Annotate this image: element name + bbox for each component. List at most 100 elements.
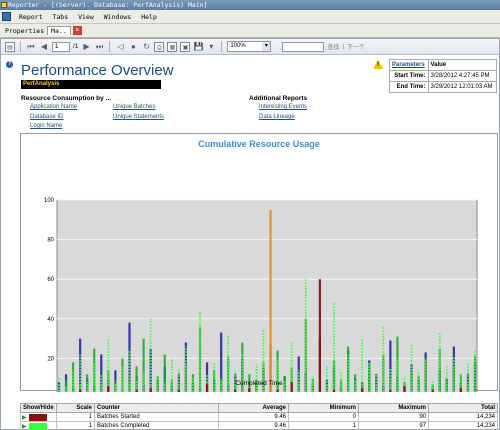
first-page-icon[interactable]: ⏮ <box>26 42 36 52</box>
table-row: ▶ 1 Batches Completed 9.46 1 97 14,234 <box>20 421 498 430</box>
series-color-swatch[interactable] <box>28 413 47 421</box>
link-login-name[interactable]: Login Name <box>30 123 62 129</box>
menu-windows[interactable]: Windows <box>99 13 136 21</box>
document-map-icon[interactable]: ▤ <box>5 41 15 52</box>
page-total: /1 <box>73 43 79 50</box>
header-minimum[interactable]: Minimum <box>288 403 359 413</box>
separator <box>221 41 223 52</box>
menubar: Report Tabs View Windows Help <box>0 10 500 24</box>
header-show-hide[interactable]: Show/Hide <box>20 403 57 413</box>
link-database-id[interactable]: Database ID <box>30 114 63 120</box>
total-cell: 14,234 <box>428 421 498 430</box>
parameters-header[interactable]: Parameters <box>389 59 429 71</box>
resource-usage-chart: Cumulative Resource Usage 0204060801003/… <box>20 133 498 392</box>
database-badge: PerfAnalysis <box>21 80 161 89</box>
tab-main[interactable]: Ma.. <box>47 26 71 35</box>
maximum-cell: 97 <box>358 421 429 430</box>
find-link[interactable]: 查找 <box>327 42 339 51</box>
link-data-lineage[interactable]: Data Lineage <box>259 114 295 120</box>
parameters-table: Parameters Value Start Time: 3/28/2012 4… <box>389 59 497 93</box>
average-cell: 9.46 <box>218 412 289 422</box>
total-cell: 14,234 <box>428 412 498 422</box>
y-tick-label: 60 <box>47 277 54 283</box>
show-hide-cell: ▶ <box>20 421 57 430</box>
scale-cell: 1 <box>56 412 95 422</box>
y-tick-label: 100 <box>44 198 55 204</box>
chevron-down-icon[interactable]: ▾ <box>262 42 271 51</box>
counters-table: Show/Hide Scale Counter Average Minimum … <box>20 403 498 430</box>
back-icon[interactable]: ◁ <box>115 42 125 52</box>
print-layout-icon[interactable]: ▦ <box>167 41 178 52</box>
window-title: Reporter - [(Server). Database: PerfAnal… <box>8 1 208 9</box>
value-header: Value <box>427 59 497 71</box>
parameters-link[interactable]: Parameters <box>392 62 425 68</box>
show-hide-cell: ▶ <box>20 412 57 422</box>
end-time-value: 3/29/2012 12:01:03 AM <box>427 81 497 93</box>
document-icon[interactable] <box>2 12 11 21</box>
minimum-cell: 1 <box>288 421 359 430</box>
additional-reports-heading: Additional Reports <box>249 95 308 102</box>
counter-cell: Batches Completed <box>94 421 219 430</box>
counters-header-row: Show/Hide Scale Counter Average Minimum … <box>20 403 498 413</box>
window-titlebar: Reporter - [(Server). Database: PerfAnal… <box>0 0 500 10</box>
page-number-input[interactable]: 1 <box>52 41 70 52</box>
stop-icon[interactable]: ● <box>128 42 138 52</box>
help-icon[interactable]: ? <box>6 61 13 68</box>
header-scale[interactable]: Scale <box>56 403 95 413</box>
link-application-name[interactable]: Application Name <box>30 104 77 110</box>
report-viewer: ▤ ⏮ ◀ 1 /1 ▶ ⏭ ◁ ● ↻ ⎙ ▦ ▣ 💾 ▾ 100% ▾ 查找… <box>0 38 500 430</box>
print-icon[interactable]: ⎙ <box>154 41 165 52</box>
average-cell: 9.46 <box>218 421 289 430</box>
maximum-cell: 90 <box>358 412 429 422</box>
link-interesting-events[interactable]: Interesting Events <box>259 104 307 110</box>
menu-tabs[interactable]: Tabs <box>47 13 73 21</box>
find-input[interactable] <box>282 41 325 52</box>
y-tick-label: 20 <box>47 356 54 362</box>
menu-report[interactable]: Report <box>14 13 47 21</box>
x-axis-label: Completed Time <box>235 380 283 387</box>
minimum-cell: 0 <box>288 412 359 422</box>
resource-consumption-heading: Resource Consumption by ... <box>21 95 111 102</box>
separator <box>109 41 111 52</box>
chevron-down-icon[interactable]: ▾ <box>206 42 216 52</box>
end-time-label: End Time: <box>389 81 429 93</box>
zoom-value: 100% <box>230 43 246 49</box>
next-page-icon[interactable]: ▶ <box>81 42 91 52</box>
tab-properties[interactable]: Properties <box>2 27 47 35</box>
play-icon[interactable]: ▶ <box>22 423 27 430</box>
series-color-swatch[interactable] <box>28 422 47 430</box>
menu-help[interactable]: Help <box>136 13 162 21</box>
header-total[interactable]: Total <box>428 403 498 413</box>
play-icon[interactable]: ▶ <box>22 414 27 421</box>
refresh-icon[interactable]: ↻ <box>141 42 151 52</box>
header-counter[interactable]: Counter <box>94 403 219 413</box>
find-next-link[interactable]: 下一个 <box>347 42 365 51</box>
link-unique-batches[interactable]: Unique Batches <box>113 104 155 110</box>
warning-icon: ! <box>373 60 383 69</box>
zoom-select[interactable]: 100% ▾ <box>227 41 272 52</box>
viewer-toolbar: ▤ ⏮ ◀ 1 /1 ▶ ⏭ ◁ ● ↻ ⎙ ▦ ▣ 💾 ▾ 100% ▾ 查找… <box>1 39 499 55</box>
header-average[interactable]: Average <box>218 403 289 413</box>
y-tick-label: 40 <box>47 317 54 323</box>
y-tick-label: 80 <box>47 238 54 244</box>
chart-plot: 0204060801003/28/2012 6:00:00 PM3/28/201… <box>44 198 478 392</box>
close-icon[interactable]: × <box>72 26 82 35</box>
last-page-icon[interactable]: ⏭ <box>94 42 104 52</box>
plot-area <box>56 199 478 392</box>
tabbar: Properties Ma.. × <box>0 24 500 38</box>
page-title: Performance Overview <box>21 62 174 79</box>
table-row: ▶ 1 Batches Started 9.46 0 90 14,234 <box>20 412 498 422</box>
scale-cell: 1 <box>56 421 95 430</box>
page-setup-icon[interactable]: ▣ <box>180 41 191 52</box>
start-time-value: 3/28/2012 4:27:45 PM <box>427 70 497 82</box>
menu-view[interactable]: View <box>73 13 99 21</box>
header-maximum[interactable]: Maximum <box>358 403 429 413</box>
prev-page-icon[interactable]: ◀ <box>39 42 49 52</box>
counter-cell: Batches Started <box>94 412 219 422</box>
link-unique-statements[interactable]: Unique Statements <box>113 114 164 120</box>
app-icon <box>1 2 7 8</box>
export-icon[interactable]: 💾 <box>193 42 203 52</box>
separator <box>20 41 21 52</box>
start-time-label: Start Time: <box>389 70 429 82</box>
separator: | <box>342 43 344 50</box>
